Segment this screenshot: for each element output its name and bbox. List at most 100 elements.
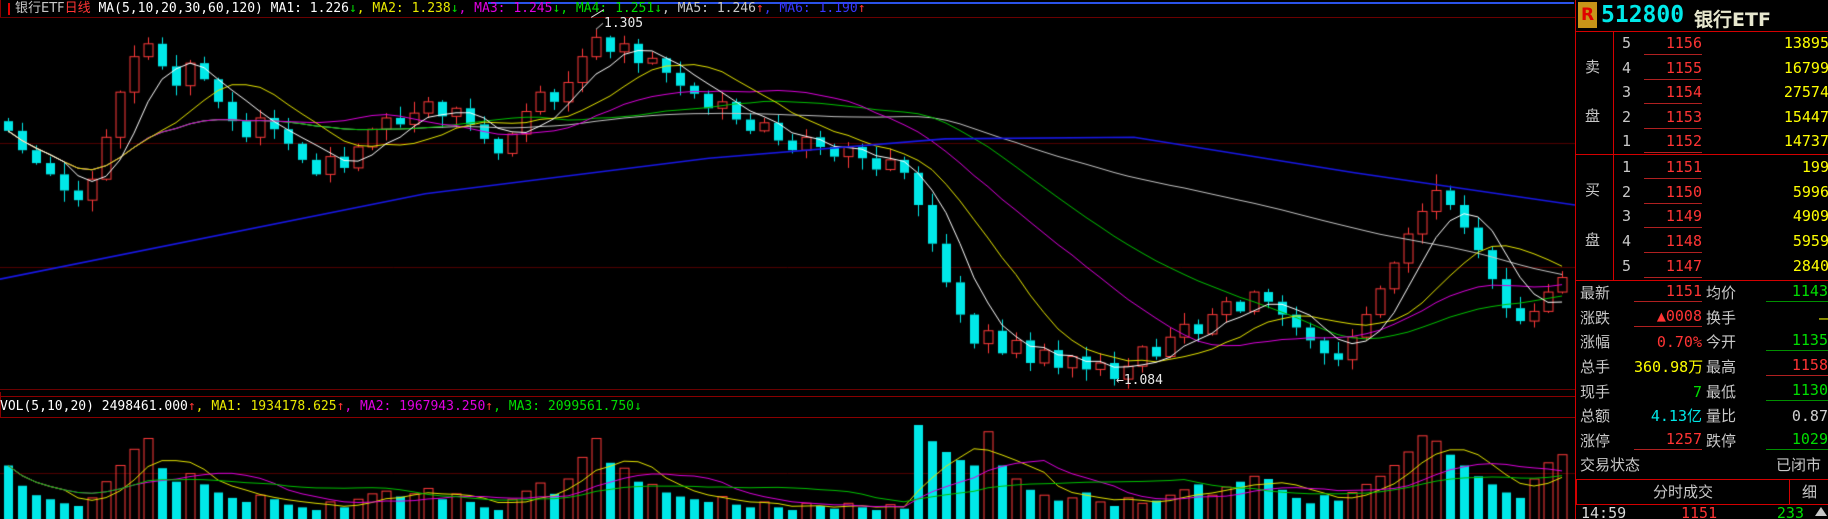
vol-ma3-down-arrow-icon: ↓ [634,399,642,414]
total-volume-value: 360.98万 [1634,355,1702,379]
ma5-up-arrow-icon: ↑ [756,1,764,16]
buy-1-qty: 199 [1739,155,1828,179]
sell-5-level: 5 [1622,31,1631,55]
change-pct-value: 0.70% [1634,330,1702,354]
sell-row-5: 5 1156 13895 [1614,31,1828,55]
high-label: 最高 [1706,355,1736,379]
turnover-value: — [1766,306,1828,330]
change-label: 涨跌 [1580,306,1610,330]
stat-row-limits: 涨停 1257 跌停 1029 [1576,429,1828,453]
latest-label: 最新 [1580,281,1610,305]
stat-row-change-pct: 涨幅 0.70% 今开 1135 [1576,330,1828,354]
vol-up-arrow-icon: ↑ [188,399,196,414]
buy-5-qty: 2840 [1739,254,1828,278]
sell-row-3: 3 1154 27574 [1614,80,1828,104]
instrument-name: 银行ETF [15,1,65,16]
sell-3-qty: 27574 [1739,80,1828,104]
sell-row-2: 2 1153 15447 [1614,105,1828,129]
buy-2-qty: 5996 [1739,180,1828,204]
ma5-value: , MA5: 1.246 [662,1,756,16]
buy-row-4: 4 1148 5959 [1614,229,1828,253]
period-label[interactable]: 日线 [65,1,91,16]
limit-down-label: 跌停 [1706,429,1736,453]
detail-toggle-button[interactable]: 细 [1789,479,1828,505]
change-pct-label: 涨幅 [1580,330,1610,354]
stat-row-total-amount: 总额 4.13亿 量比 0.87 [1576,404,1828,428]
ma4-down-arrow-icon: ↓ [654,1,662,16]
ma2-value: , MA2: 1.238 [357,1,451,16]
buy-side-label2: 盘 [1585,229,1605,250]
open-label: 今开 [1706,330,1736,354]
buy-row-1: 1 1151 199 [1614,155,1828,179]
volume-chart-canvas[interactable] [0,418,1575,519]
change-value: ▲0008 [1634,306,1702,327]
last-trade-row: 14:59 1151 233 [1576,505,1828,519]
total-volume-label: 总手 [1580,355,1610,379]
low-value: 1130 [1766,380,1828,401]
high-price-annotation: 1.305 [604,16,643,31]
trade-price: 1151 [1681,505,1717,519]
buy-row-3: 3 1149 4909 [1614,204,1828,228]
sell-3-price[interactable]: 1154 [1644,82,1702,104]
quote-panel: R 512800 银行ETF 卖 盘 买 盘 5 1156 13895 4 11… [1575,0,1828,519]
sell-row-4: 4 1155 16799 [1614,56,1828,80]
buy-5-price[interactable]: 1147 [1644,256,1702,278]
sell-3-level: 3 [1622,80,1631,104]
stock-code[interactable]: 512800 [1601,2,1684,28]
sell-1-price[interactable]: 1152 [1644,131,1702,153]
tab-time-sales[interactable]: 分时成交 [1576,479,1790,505]
sell-2-level: 2 [1622,105,1631,129]
sell-1-level: 1 [1622,129,1631,153]
stat-row-latest: 最新 1151 均价 1143 [1576,281,1828,305]
main-chart-bottom-border [0,389,1575,390]
scroll-up-icon[interactable] [1815,507,1827,516]
ma-set-label: MA(5,10,20,30,60,120) [91,1,271,16]
current-volume-label: 现手 [1580,380,1610,404]
trading-terminal: 银行ETF日线 MA(5,10,20,30,60,120) MA1: 1.226… [0,0,1828,519]
vol-ma2-up-arrow-icon: ↑ [485,399,493,414]
buy-3-level: 3 [1622,204,1631,228]
buy-4-level: 4 [1622,229,1631,253]
ma4-value: , MA4: 1.251 [560,1,654,16]
stock-name[interactable]: 银行ETF [1694,5,1771,32]
r-badge-icon: R [1578,2,1597,28]
main-chart-canvas[interactable] [0,18,1575,392]
sell-2-qty: 15447 [1739,105,1828,129]
sell-2-price[interactable]: 1153 [1644,107,1702,129]
vol-ma2-value: , MA2: 1967943.250 [344,399,485,414]
vol-value: 2498461.000 [102,399,188,414]
total-amount-label: 总额 [1580,404,1610,428]
ma1-down-arrow-icon: ↓ [349,1,357,16]
limit-down-value: 1029 [1766,429,1828,450]
open-value: 1135 [1766,330,1828,351]
sell-side-label2: 盘 [1585,105,1605,126]
buy-row-5: 5 1147 2840 [1614,254,1828,278]
total-amount-value: 4.13亿 [1634,404,1702,428]
stat-row-change: 涨跌 ▲0008 换手 — [1576,306,1828,330]
sell-4-qty: 16799 [1739,56,1828,80]
chart-header: 银行ETF日线 MA(5,10,20,30,60,120) MA1: 1.226… [0,0,1575,18]
sell-5-qty: 13895 [1739,31,1828,55]
chart-region: 银行ETF日线 MA(5,10,20,30,60,120) MA1: 1.226… [0,0,1575,519]
volume-ratio-value: 0.87 [1766,404,1828,428]
latest-value: 1151 [1634,281,1702,302]
buy-4-qty: 5959 [1739,229,1828,253]
buy-1-price[interactable]: 1151 [1644,157,1702,179]
avg-price-value: 1143 [1766,281,1828,302]
turnover-label: 换手 [1706,306,1736,330]
low-label: 最低 [1706,380,1736,404]
sell-row-1: 1 1152 14737 [1614,129,1828,153]
ma6-value: , MA6: 1.190 [764,1,858,16]
limit-up-value: 1257 [1634,429,1702,450]
ma3-value: , MA3: 1.245 [459,1,553,16]
buy-3-price[interactable]: 1149 [1644,206,1702,228]
red-tick-icon [8,3,10,15]
vol-label: VOL(5,10,20) [0,399,102,414]
buy-4-price[interactable]: 1148 [1644,231,1702,253]
sell-5-price[interactable]: 1156 [1644,33,1702,55]
buy-side-label: 买 [1585,179,1605,200]
buy-2-price[interactable]: 1150 [1644,182,1702,204]
sell-side-label: 卖 [1585,56,1605,77]
avg-price-label: 均价 [1706,281,1736,305]
sell-4-price[interactable]: 1155 [1644,58,1702,80]
